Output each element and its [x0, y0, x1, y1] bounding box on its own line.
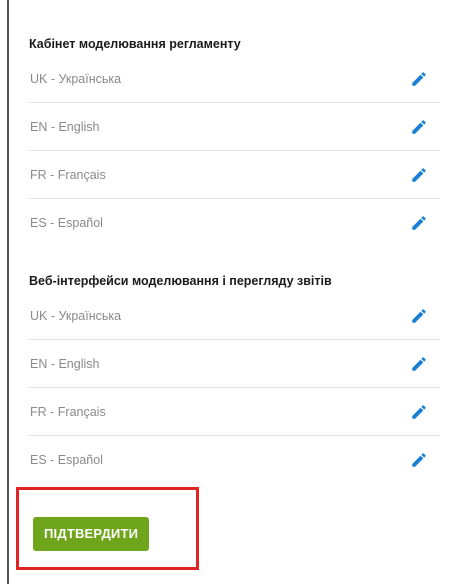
edit-pencil-icon[interactable] [410, 166, 428, 184]
edit-pencil-icon[interactable] [410, 451, 428, 469]
confirm-button[interactable]: ПІДТВЕРДИТИ [33, 517, 150, 551]
language-row-es: ES - Español [29, 199, 440, 247]
section-regulation-modeling-cabinet: Кабінет моделювання регламенту UK - Укра… [29, 33, 440, 247]
language-label: FR - Français [30, 404, 106, 419]
language-label: EN - English [30, 119, 100, 134]
language-row-en: EN - English [29, 103, 440, 151]
language-row-en: EN - English [29, 340, 440, 388]
language-row-es: ES - Español [29, 436, 440, 484]
language-row-fr: FR - Français [29, 151, 440, 199]
section-title: Веб-інтерфейси моделювання і перегляду з… [29, 274, 332, 288]
confirm-highlight-frame: ПІДТВЕРДИТИ [16, 487, 199, 570]
edit-pencil-icon[interactable] [410, 403, 428, 421]
edit-pencil-icon[interactable] [410, 214, 428, 232]
edit-pencil-icon[interactable] [410, 355, 428, 373]
left-divider [7, 0, 9, 584]
language-list: UK - Українська EN - English FR - França… [29, 292, 440, 484]
language-label: UK - Українська [30, 308, 122, 323]
language-row-fr: FR - Français [29, 388, 440, 436]
section-title: Кабінет моделювання регламенту [29, 37, 241, 51]
section-web-interfaces-reports: Веб-інтерфейси моделювання і перегляду з… [29, 270, 440, 484]
language-label: FR - Français [30, 167, 106, 182]
edit-pencil-icon[interactable] [410, 118, 428, 136]
language-label: ES - Español [30, 453, 103, 467]
language-label: ES - Español [30, 216, 103, 230]
language-label: UK - Українська [30, 71, 122, 86]
language-row-uk: UK - Українська [29, 292, 440, 340]
language-label: EN - English [30, 356, 100, 371]
edit-pencil-icon[interactable] [410, 70, 428, 88]
language-row-uk: UK - Українська [29, 55, 440, 103]
edit-pencil-icon[interactable] [410, 307, 428, 325]
language-list: UK - Українська EN - English FR - França… [29, 55, 440, 247]
page: Кабінет моделювання регламенту UK - Укра… [0, 0, 453, 584]
